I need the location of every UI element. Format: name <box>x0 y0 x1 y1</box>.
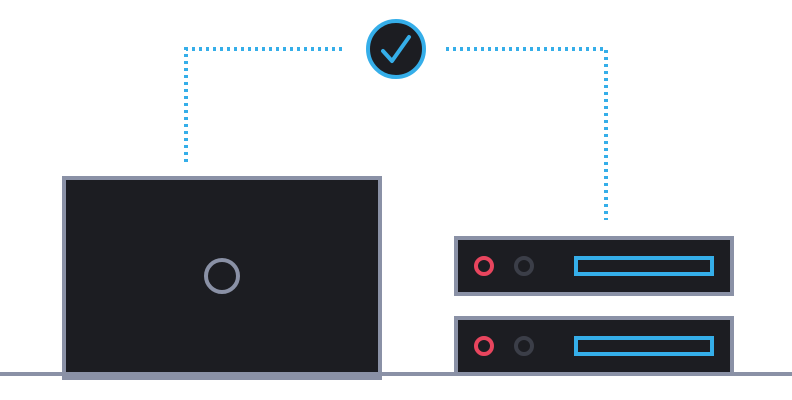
verified-badge <box>366 19 426 79</box>
connector-right <box>446 47 608 220</box>
server-chassis <box>454 316 734 376</box>
display-device <box>62 176 382 380</box>
connection-diagram <box>0 0 792 400</box>
badge-circle <box>366 19 426 79</box>
display-screen <box>62 176 382 380</box>
server-chassis <box>454 236 734 296</box>
connector-left <box>184 47 346 162</box>
diagram-canvas <box>0 19 792 380</box>
server-unit-1 <box>454 236 734 296</box>
server-unit-2 <box>454 316 734 376</box>
